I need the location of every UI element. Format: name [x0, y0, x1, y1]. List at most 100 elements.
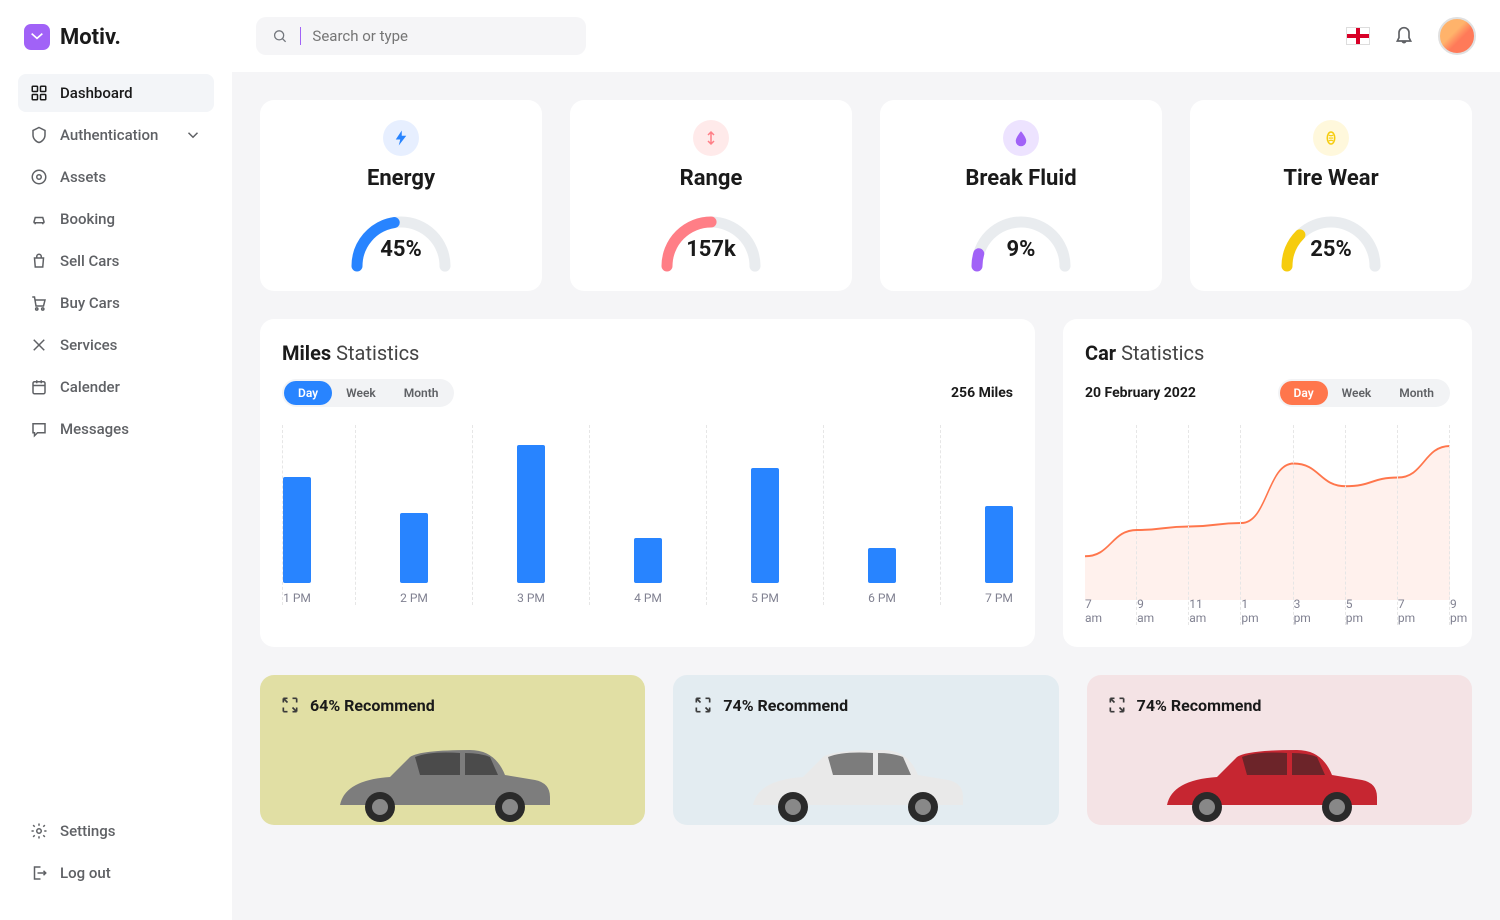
miles-total: 256 Miles	[951, 385, 1013, 401]
car-line-chart: 7 am9 am11 am1 pm3 pm5 pm7 pm9 pm	[1085, 425, 1450, 625]
miles-tab-month[interactable]: Month	[390, 381, 453, 405]
recommend-card[interactable]: 74% Recommend	[673, 675, 1058, 825]
car-tab-month[interactable]: Month	[1385, 381, 1448, 405]
grid-icon	[30, 84, 48, 102]
recommend-head: 74% Recommend	[1107, 695, 1452, 715]
miles-title-light: Statistics	[336, 341, 419, 365]
car-card: Car Statistics 20 February 2022 Day Week…	[1063, 319, 1472, 647]
metric-icon	[1003, 120, 1039, 156]
brand-name: Motiv.	[60, 25, 121, 50]
message-icon	[30, 420, 48, 438]
bar-column: 5 PM	[751, 425, 824, 605]
search-box[interactable]	[256, 17, 586, 55]
bar[interactable]	[868, 548, 896, 583]
avatar[interactable]	[1438, 17, 1476, 55]
sidebar-item-assets[interactable]: Assets	[18, 158, 214, 196]
bar-column: 3 PM	[517, 425, 590, 605]
recommend-card[interactable]: 74% Recommend	[1087, 675, 1472, 825]
tools-icon	[30, 336, 48, 354]
line-tick: 5 pm	[1345, 425, 1346, 625]
sidebar-item-messages[interactable]: Messages	[18, 410, 214, 448]
bar-column: 4 PM	[634, 425, 707, 605]
car-illustration	[310, 735, 570, 825]
brand-logo[interactable]: Motiv.	[0, 24, 232, 74]
text-cursor	[300, 27, 301, 45]
miles-header: Day Week Month 256 Miles	[282, 379, 1013, 407]
bar[interactable]	[400, 513, 428, 583]
bar-label: 7 PM	[985, 591, 1013, 605]
sidebar-item-label: Calender	[60, 378, 120, 396]
bar[interactable]	[283, 477, 311, 583]
miles-tab-week[interactable]: Week	[332, 381, 390, 405]
bar-label: 1 PM	[283, 591, 311, 605]
miles-tabs: Day Week Month	[282, 379, 454, 407]
recommend-label: 74% Recommend	[723, 696, 848, 715]
sidebar-item-services[interactable]: Services	[18, 326, 214, 364]
bar-column: 1 PM	[283, 425, 356, 605]
metric-gauge: 157k	[656, 211, 766, 271]
sidebar-item-buy-cars[interactable]: Buy Cars	[18, 284, 214, 322]
gear-icon	[30, 822, 48, 840]
miles-tab-day[interactable]: Day	[284, 381, 332, 405]
metric-value: 45%	[346, 237, 456, 262]
sidebar-item-label: Log out	[60, 864, 111, 882]
bar-label: 2 PM	[400, 591, 428, 605]
recommend-card[interactable]: 64% Recommend	[260, 675, 645, 825]
bell-icon[interactable]	[1394, 26, 1414, 46]
sidebar-item-dashboard[interactable]: Dashboard	[18, 74, 214, 112]
recommend-head: 64% Recommend	[280, 695, 625, 715]
sidebar-item-settings[interactable]: Settings	[18, 812, 214, 850]
metrics-row: Energy 45% Range 157k	[260, 100, 1472, 291]
topbar	[232, 0, 1500, 72]
metric-gauge: 25%	[1276, 211, 1386, 271]
bar[interactable]	[985, 506, 1013, 583]
metric-gauge: 45%	[346, 211, 456, 271]
cart-icon	[30, 294, 48, 312]
car-tab-day[interactable]: Day	[1280, 381, 1328, 405]
bar[interactable]	[634, 538, 662, 583]
shield-icon	[30, 126, 48, 144]
sidebar-item-label: Sell Cars	[60, 252, 119, 270]
car-illustration	[1137, 735, 1397, 825]
bar-label: 6 PM	[868, 591, 896, 605]
sidebar: Motiv. Dashboard Authentication Assets B…	[0, 0, 232, 920]
brand-logo-icon	[24, 24, 50, 50]
sidebar-item-label: Services	[60, 336, 117, 354]
metric-icon	[693, 120, 729, 156]
bar[interactable]	[751, 468, 779, 583]
sidebar-item-booking[interactable]: Booking	[18, 200, 214, 238]
car-tab-week[interactable]: Week	[1328, 381, 1386, 405]
sidebar-item-label: Buy Cars	[60, 294, 120, 312]
metric-gauge: 9%	[966, 211, 1076, 271]
sidebar-item-calendar[interactable]: Calender	[18, 368, 214, 406]
metric-card: Break Fluid 9%	[880, 100, 1162, 291]
sidebar-item-authentication[interactable]: Authentication	[18, 116, 214, 154]
recycle-icon	[693, 695, 713, 715]
line-tick: 7 pm	[1397, 425, 1398, 625]
bar-label: 5 PM	[751, 591, 779, 605]
sidebar-item-label: Booking	[60, 210, 115, 228]
line-tick: 11 am	[1188, 425, 1189, 625]
miles-card: Miles Statistics Day Week Month 256 Mile…	[260, 319, 1035, 647]
calendar-icon	[30, 378, 48, 396]
car-illustration	[723, 735, 983, 825]
line-tick: 3 pm	[1293, 425, 1294, 625]
search-input[interactable]	[312, 27, 570, 45]
bar[interactable]	[517, 445, 545, 583]
car-tabs: Day Week Month	[1278, 379, 1450, 407]
recommend-head: 74% Recommend	[693, 695, 1038, 715]
metric-icon	[383, 120, 419, 156]
car-title-light: Statistics	[1121, 341, 1204, 365]
flag-england-icon[interactable]	[1346, 27, 1370, 45]
car-date: 20 February 2022	[1085, 385, 1196, 401]
recycle-icon	[1107, 695, 1127, 715]
recycle-icon	[280, 695, 300, 715]
bar-column: 7 PM	[985, 425, 1013, 605]
metric-value: 25%	[1276, 237, 1386, 262]
sidebar-item-sell-cars[interactable]: Sell Cars	[18, 242, 214, 280]
main: Energy 45% Range 157k	[232, 0, 1500, 920]
sidebar-item-label: Assets	[60, 168, 106, 186]
car-header: 20 February 2022 Day Week Month	[1085, 379, 1450, 407]
sidebar-item-logout[interactable]: Log out	[18, 854, 214, 892]
bar-label: 3 PM	[517, 591, 545, 605]
